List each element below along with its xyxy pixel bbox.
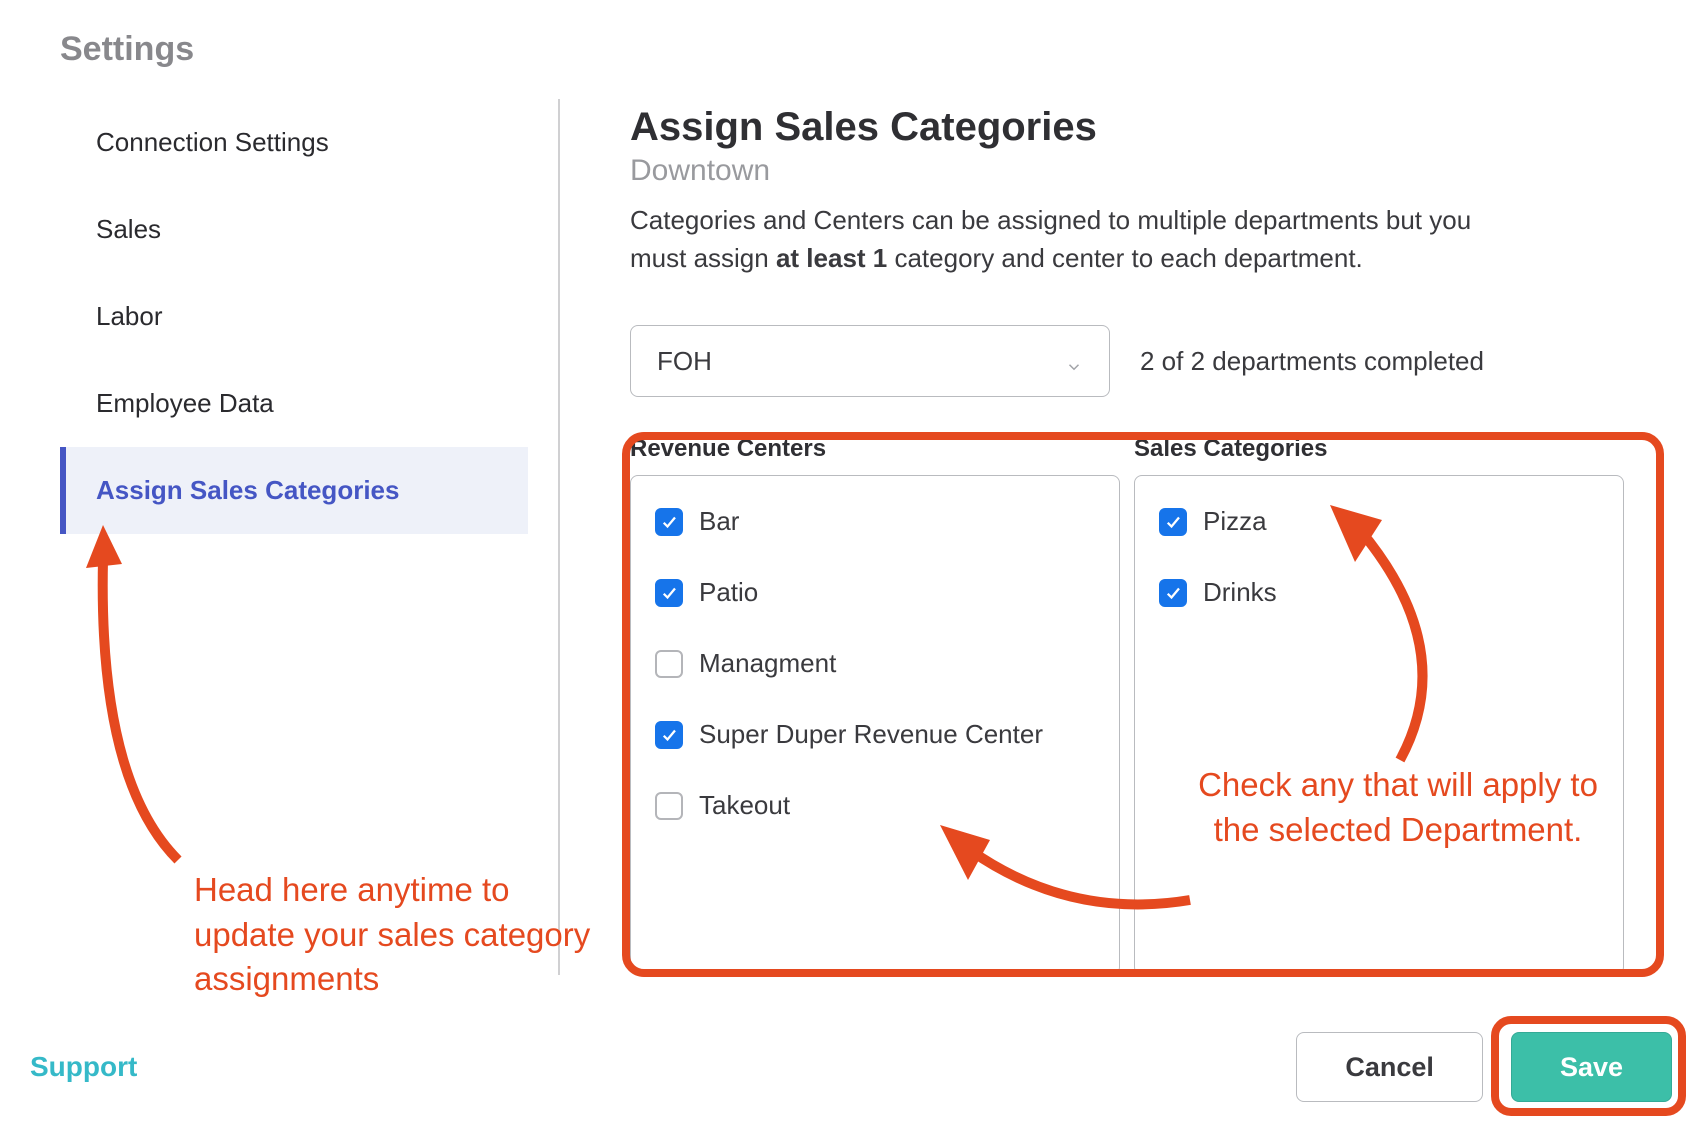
cancel-button[interactable]: Cancel	[1296, 1032, 1483, 1102]
save-button[interactable]: Save	[1511, 1032, 1672, 1102]
sidebar-item-employee-data[interactable]: Employee Data	[60, 360, 528, 447]
revenue-item-label: Takeout	[699, 790, 790, 821]
revenue-centers-box: Bar Patio Managment Super Duper Revenue …	[630, 475, 1120, 975]
desc-bold: at least 1	[776, 243, 887, 273]
department-select[interactable]: FOH	[630, 325, 1110, 397]
revenue-item: Patio	[655, 577, 1095, 608]
revenue-centers-column: Revenue Centers Bar Patio Managment	[630, 435, 1120, 975]
sales-categories-column: Sales Categories Pizza Drinks	[1134, 435, 1624, 975]
checkbox-takeout[interactable]	[655, 792, 683, 820]
revenue-centers-header: Revenue Centers	[630, 435, 1120, 463]
page-title: Settings	[60, 30, 1642, 69]
revenue-item: Super Duper Revenue Center	[655, 719, 1095, 750]
content-area: Assign Sales Categories Downtown Categor…	[560, 99, 1642, 975]
sidebar-item-sales[interactable]: Sales	[60, 186, 528, 273]
revenue-item-label: Managment	[699, 648, 836, 679]
revenue-item: Takeout	[655, 790, 1095, 821]
sales-item: Pizza	[1159, 506, 1599, 537]
sales-categories-box: Pizza Drinks	[1134, 475, 1624, 975]
chevron-down-icon	[1065, 352, 1083, 370]
department-select-value: FOH	[657, 346, 712, 377]
checkbox-managment[interactable]	[655, 650, 683, 678]
sidebar: Connection Settings Sales Labor Employee…	[60, 99, 560, 975]
checkbox-drinks[interactable]	[1159, 579, 1187, 607]
support-link[interactable]: Support	[30, 1051, 137, 1083]
revenue-item-label: Super Duper Revenue Center	[699, 719, 1043, 750]
sidebar-item-connection-settings[interactable]: Connection Settings	[60, 99, 528, 186]
content-title: Assign Sales Categories	[630, 105, 1642, 150]
revenue-item-label: Patio	[699, 577, 758, 608]
content-subtitle: Downtown	[630, 154, 1642, 188]
checkbox-super-duper[interactable]	[655, 721, 683, 749]
department-status: 2 of 2 departments completed	[1140, 346, 1484, 377]
sales-item-label: Pizza	[1203, 506, 1267, 537]
sidebar-item-assign-sales-categories[interactable]: Assign Sales Categories	[60, 447, 528, 534]
sales-categories-header: Sales Categories	[1134, 435, 1624, 463]
revenue-item-label: Bar	[699, 506, 739, 537]
checkbox-pizza[interactable]	[1159, 508, 1187, 536]
desc-post: category and center to each department.	[887, 243, 1363, 273]
content-description: Categories and Centers can be assigned t…	[630, 202, 1510, 277]
sidebar-item-labor[interactable]: Labor	[60, 273, 528, 360]
checkbox-patio[interactable]	[655, 579, 683, 607]
sales-item: Drinks	[1159, 577, 1599, 608]
revenue-item: Bar	[655, 506, 1095, 537]
revenue-item: Managment	[655, 648, 1095, 679]
checkbox-bar[interactable]	[655, 508, 683, 536]
sales-item-label: Drinks	[1203, 577, 1277, 608]
